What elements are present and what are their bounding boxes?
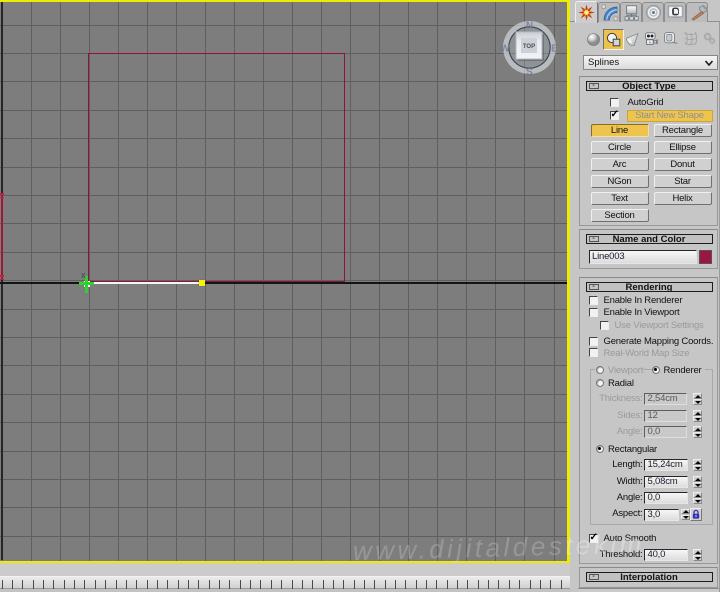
svg-text:N: N bbox=[526, 21, 533, 32]
svg-text:TOP: TOP bbox=[523, 44, 535, 50]
svg-text:W: W bbox=[501, 44, 510, 55]
svg-text:S: S bbox=[526, 67, 533, 76]
svg-text:E: E bbox=[551, 44, 558, 55]
